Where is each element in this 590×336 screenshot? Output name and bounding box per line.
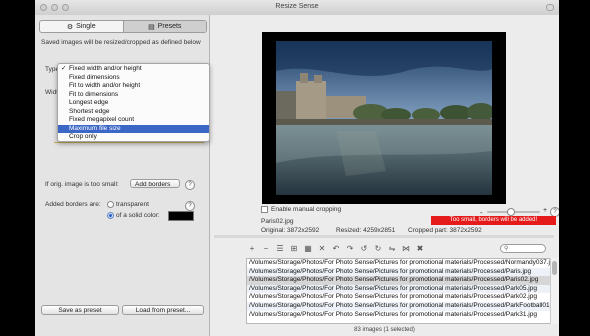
type-menu-item-label: Fixed dimensions <box>69 73 120 81</box>
crop-icon[interactable]: ⊞ <box>289 244 299 253</box>
transparent-label: transparent <box>116 201 149 208</box>
type-menu-item[interactable]: Longest edge <box>58 99 209 108</box>
file-list: /Volumes/Storage/Photos/For Photo Sense/… <box>246 258 559 324</box>
window-title: Resize Sense <box>275 3 319 10</box>
borders-label: Added borders are: <box>45 201 101 208</box>
type-menu-item[interactable]: Fixed dimensions <box>58 74 209 83</box>
redo-icon[interactable]: ↻ <box>373 244 383 253</box>
cropped-size: Cropped part: 3872x2592 <box>408 227 482 234</box>
status-bar: 83 images (1 selected) <box>354 327 415 333</box>
expand-icon[interactable]: ✖ <box>415 244 425 253</box>
load-preset-button[interactable]: Load from preset... <box>122 305 204 315</box>
solid-color-label: of a solid color: <box>116 212 160 219</box>
zoom-in-label: + <box>543 207 548 214</box>
too-small-help-icon[interactable]: ? <box>185 180 195 190</box>
file-row[interactable]: /Volumes/Storage/Photos/For Photo Sense/… <box>247 267 559 277</box>
file-row[interactable]: /Volumes/Storage/Photos/For Photo Sense/… <box>247 311 559 320</box>
tab-single[interactable]: ⚙ Single <box>40 21 124 32</box>
toolbar-toggle-button[interactable] <box>546 4 554 11</box>
solid-color-radio[interactable] <box>107 212 114 219</box>
tab-single-label: Single <box>76 23 96 30</box>
warning-banner: Too small, borders will be added! <box>431 216 556 225</box>
paris-river-photo <box>276 41 492 195</box>
clear-icon[interactable]: ✕ <box>317 244 327 253</box>
type-menu-item[interactable]: Fit to dimensions <box>58 91 209 100</box>
type-menu-item-label: Longest edge <box>69 99 109 106</box>
type-menu-item[interactable]: Crop only <box>58 133 209 142</box>
add-file-icon[interactable]: + <box>247 244 257 253</box>
save-preset-button[interactable]: Save as preset <box>41 305 119 315</box>
remove-file-icon[interactable]: − <box>261 244 271 253</box>
flip-icon[interactable]: ⇋ <box>387 244 397 253</box>
preview-panel: Enable manual cropping - + ? Paris02.jpg… <box>210 15 559 336</box>
guide-line <box>54 142 204 143</box>
list-icon: ▤ <box>148 23 155 31</box>
type-menu-item-label: Fixed width and/or height <box>69 65 142 72</box>
type-menu-item-label: Maximum file size <box>69 124 121 132</box>
type-menu-item[interactable]: Fixed megapixel count <box>58 116 209 125</box>
too-small-label: If orig. image is too small: <box>45 181 119 188</box>
file-list-scrollbar[interactable] <box>550 258 559 324</box>
search-icon: ⚲ <box>504 246 509 252</box>
list-icon[interactable]: ☰ <box>275 244 285 253</box>
type-menu-item[interactable]: Maximum file size <box>58 124 209 133</box>
photo-image <box>276 41 492 195</box>
file-row[interactable]: /Volumes/Storage/Photos/For Photo Sense/… <box>247 259 559 268</box>
scrollbar-thumb[interactable] <box>552 261 557 275</box>
title-bar: Resize Sense <box>35 0 559 16</box>
type-menu-item[interactable]: ✓ Fixed width and/or height <box>58 65 209 74</box>
manual-crop-label: Enable manual cropping <box>271 206 342 213</box>
mode-segmented-control: ⚙ Single ▤ Presets <box>39 20 207 33</box>
rotate-left-icon[interactable]: ↶ <box>331 244 341 253</box>
type-menu-item-label: Crop only <box>69 133 97 140</box>
type-menu-item[interactable]: Shortest edge <box>58 108 209 117</box>
search-field[interactable]: ⚲ <box>500 244 546 253</box>
grid-icon[interactable]: ▦ <box>303 244 313 253</box>
type-dropdown-menu: ✓ Fixed width and/or height Fixed dimensio… <box>57 63 210 142</box>
file-toolbar: + − ☰ ⊞ ▦ ✕ ↶ ↷ ↺ ↻ ⇋ ⋈ ✖ <box>247 242 425 254</box>
manual-crop-checkbox[interactable] <box>261 206 268 213</box>
original-size: Original: 3872x2592 <box>261 227 320 234</box>
too-small-value: Add borders <box>135 181 171 188</box>
image-preview <box>262 32 506 204</box>
app-window: Resize Sense ⚙ Single ▤ Presets Saved im… <box>35 0 559 336</box>
undo-icon[interactable]: ↺ <box>359 244 369 253</box>
progress-bar <box>214 235 554 238</box>
type-menu-item-label: Shortest edge <box>69 107 110 115</box>
zoom-slider-knob[interactable] <box>507 208 515 216</box>
presets-description: Saved images will be resized/cropped as … <box>41 39 201 46</box>
file-row[interactable]: /Volumes/Storage/Photos/For Photo Sense/… <box>247 276 559 285</box>
border-color-well[interactable] <box>168 211 194 221</box>
type-menu-item-label: Fit to dimensions <box>69 90 119 98</box>
type-menu-item-label: Fit to width and/or height <box>69 82 141 89</box>
resized-size: Resized: 4259x2851 <box>336 227 396 234</box>
type-menu-item[interactable]: Fit to width and/or height <box>58 82 209 91</box>
rotate-right-icon[interactable]: ↷ <box>345 244 355 253</box>
transparent-radio[interactable] <box>107 201 114 208</box>
too-small-popup[interactable]: Add borders <box>130 179 180 188</box>
file-row[interactable]: /Volumes/Storage/Photos/For Photo Sense/… <box>247 284 559 294</box>
type-menu-item-label: Fixed megapixel count <box>69 116 135 123</box>
preview-filename: Paris02.jpg <box>261 218 294 225</box>
collapse-icon[interactable]: ⋈ <box>401 244 411 253</box>
tab-presets-label: Presets <box>157 23 182 30</box>
tab-presets[interactable]: ▤ Presets <box>123 21 206 32</box>
checkmark-icon: ✓ <box>61 65 67 72</box>
file-row[interactable]: /Volumes/Storage/Photos/For Photo Sense/… <box>247 293 559 302</box>
borders-help-icon[interactable]: ? <box>185 201 195 211</box>
file-row[interactable]: /Volumes/Storage/Photos/For Photo Sense/… <box>247 301 559 311</box>
gear-icon: ⚙ <box>66 23 74 31</box>
